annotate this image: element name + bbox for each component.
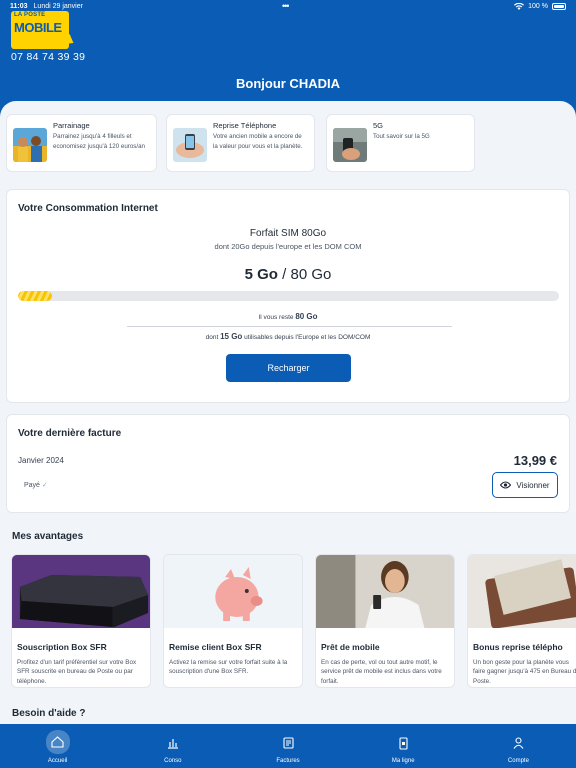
visionner-label: Visionner <box>516 480 550 490</box>
invoice-icon <box>277 732 299 754</box>
tab-conso[interactable]: Conso <box>115 724 230 768</box>
avantage-card-remise[interactable]: Remise client Box SFR Activez la remise … <box>163 554 303 688</box>
avantage-title: Bonus reprise télépho <box>473 642 563 652</box>
invoice-card: Votre dernière facture Janvier 2024 13,9… <box>6 414 570 513</box>
avantage-desc: Profitez d'un tarif préférentiel sur vot… <box>17 659 137 685</box>
reprise-telephone-image <box>173 128 207 162</box>
data-progress-fill <box>18 291 52 301</box>
europe-suffix: utilisables depuis l'Europe et les DOM/C… <box>244 334 371 341</box>
main-content[interactable]: Parrainage Parrainez jusqu'à 4 filleuls … <box>0 101 576 741</box>
bar-chart-icon <box>162 732 184 754</box>
greeting-title: Bonjour CHADIA <box>236 76 340 91</box>
remain-prefix: Il vous reste <box>258 314 294 321</box>
invoice-month: Janvier 2024 <box>18 456 64 465</box>
logo-line-1: LA POSTE <box>14 12 46 18</box>
battery-percent: 100 % <box>528 2 548 10</box>
promo-title: 5G <box>373 121 384 130</box>
tab-accueil[interactable]: Accueil <box>0 724 115 768</box>
tab-label: Compte <box>507 758 529 764</box>
europe-allowance: dont 15 Go utilisables depuis l'Europe e… <box>7 332 569 341</box>
multitask-dots-icon[interactable]: ••• <box>282 1 290 11</box>
promo-card-reprise[interactable]: Reprise Téléphone Votre ancien mobile a … <box>166 114 315 172</box>
promo-title: Parrainage <box>53 121 90 130</box>
invoice-title: Votre dernière facture <box>18 428 122 439</box>
remain-value: 80 Go <box>295 312 318 321</box>
pret-mobile-image <box>316 555 454 628</box>
wifi-icon <box>514 2 525 10</box>
promo-desc: Votre ancien mobile a encore de la valeu… <box>213 133 303 150</box>
avantages-title: Mes avantages <box>12 531 84 542</box>
tab-label: Accueil <box>47 758 68 764</box>
invoice-status-label: Payé <box>24 482 40 489</box>
promo-desc: Tout savoir sur la 5G <box>373 133 430 140</box>
avantage-card-bonus[interactable]: Bonus reprise télépho Un bon geste pour … <box>467 554 576 688</box>
logo-line-2: MOBILE <box>14 20 62 35</box>
phone-icon <box>392 732 414 754</box>
promo-desc: Parrainez jusqu'à 4 filleuls et economis… <box>53 133 145 150</box>
parrainage-image <box>13 128 47 162</box>
user-icon <box>507 732 529 754</box>
avantage-title: Remise client Box SFR <box>169 642 262 652</box>
divider <box>127 326 452 327</box>
invoice-amount: 13,99 € <box>513 453 557 468</box>
data-usage-summary: 5 Go / 80 Go <box>244 266 332 283</box>
invoice-status: Payé ✓ <box>24 481 48 489</box>
battery-icon <box>552 2 566 10</box>
status-time: 11:03 <box>10 2 28 10</box>
europe-value: 15 Go <box>220 332 243 341</box>
5g-image <box>333 128 367 162</box>
promo-card-5g[interactable]: 5G Tout savoir sur la 5G <box>326 114 475 172</box>
box-sfr-image <box>12 555 150 628</box>
consumption-title: Votre Consommation Internet <box>18 203 158 214</box>
tab-label: Ma ligne <box>391 758 415 764</box>
avantage-desc: En cas de perte, vol ou tout autre motif… <box>321 659 442 685</box>
europe-prefix: dont <box>205 334 219 341</box>
home-icon <box>45 730 70 754</box>
data-remaining: Il vous reste 80 Go <box>7 312 569 321</box>
recharger-button[interactable]: Recharger <box>226 354 351 382</box>
phone-number: 07 84 74 39 39 <box>11 51 86 63</box>
data-used: 5 Go <box>244 266 278 283</box>
forfait-name: Forfait SIM 80Go <box>249 228 327 239</box>
tab-ma-ligne[interactable]: Ma ligne <box>346 724 461 768</box>
avantage-title: Prêt de mobile <box>321 642 380 652</box>
bonus-reprise-image <box>468 555 576 629</box>
promo-card-parrainage[interactable]: Parrainage Parrainez jusqu'à 4 filleuls … <box>6 114 157 172</box>
la-poste-mobile-logo: LA POSTE MOBILE <box>11 11 77 49</box>
status-bar: 11:03 Lundi 29 janvier ••• 100 % <box>0 0 576 12</box>
data-progress-bar <box>18 291 559 301</box>
avantage-card-box-sfr[interactable]: Souscription Box SFR Profitez d'un tarif… <box>11 554 151 688</box>
promo-title: Reprise Téléphone <box>213 121 277 130</box>
tab-label: Factures <box>276 758 300 764</box>
tab-label: Conso <box>164 758 182 764</box>
piggy-bank-image <box>164 555 302 628</box>
status-date: Lundi 29 janvier <box>33 2 83 10</box>
avantage-desc: Activez la remise sur votre forfait suit… <box>169 659 288 676</box>
tab-compte[interactable]: Compte <box>461 724 576 768</box>
visionner-button[interactable]: Visionner <box>492 472 558 498</box>
forfait-subtitle: dont 20Go depuis l'europe et les DOM COM <box>214 242 362 251</box>
avantage-card-pret[interactable]: Prêt de mobile En cas de perte, vol ou t… <box>315 554 455 688</box>
aide-title: Besoin d'aide ? <box>12 708 86 719</box>
tab-factures[interactable]: Factures <box>230 724 345 768</box>
data-total: 80 Go <box>290 266 332 283</box>
avantage-desc: Un bon geste pour la planète vous faire … <box>473 659 576 685</box>
check-icon: ✓ <box>41 482 48 489</box>
tab-bar: Accueil Conso Factures Ma ligne Compte <box>0 724 576 768</box>
eye-icon <box>500 481 512 489</box>
consumption-card: Votre Consommation Internet Forfait SIM … <box>6 189 570 403</box>
avantage-title: Souscription Box SFR <box>17 642 107 652</box>
